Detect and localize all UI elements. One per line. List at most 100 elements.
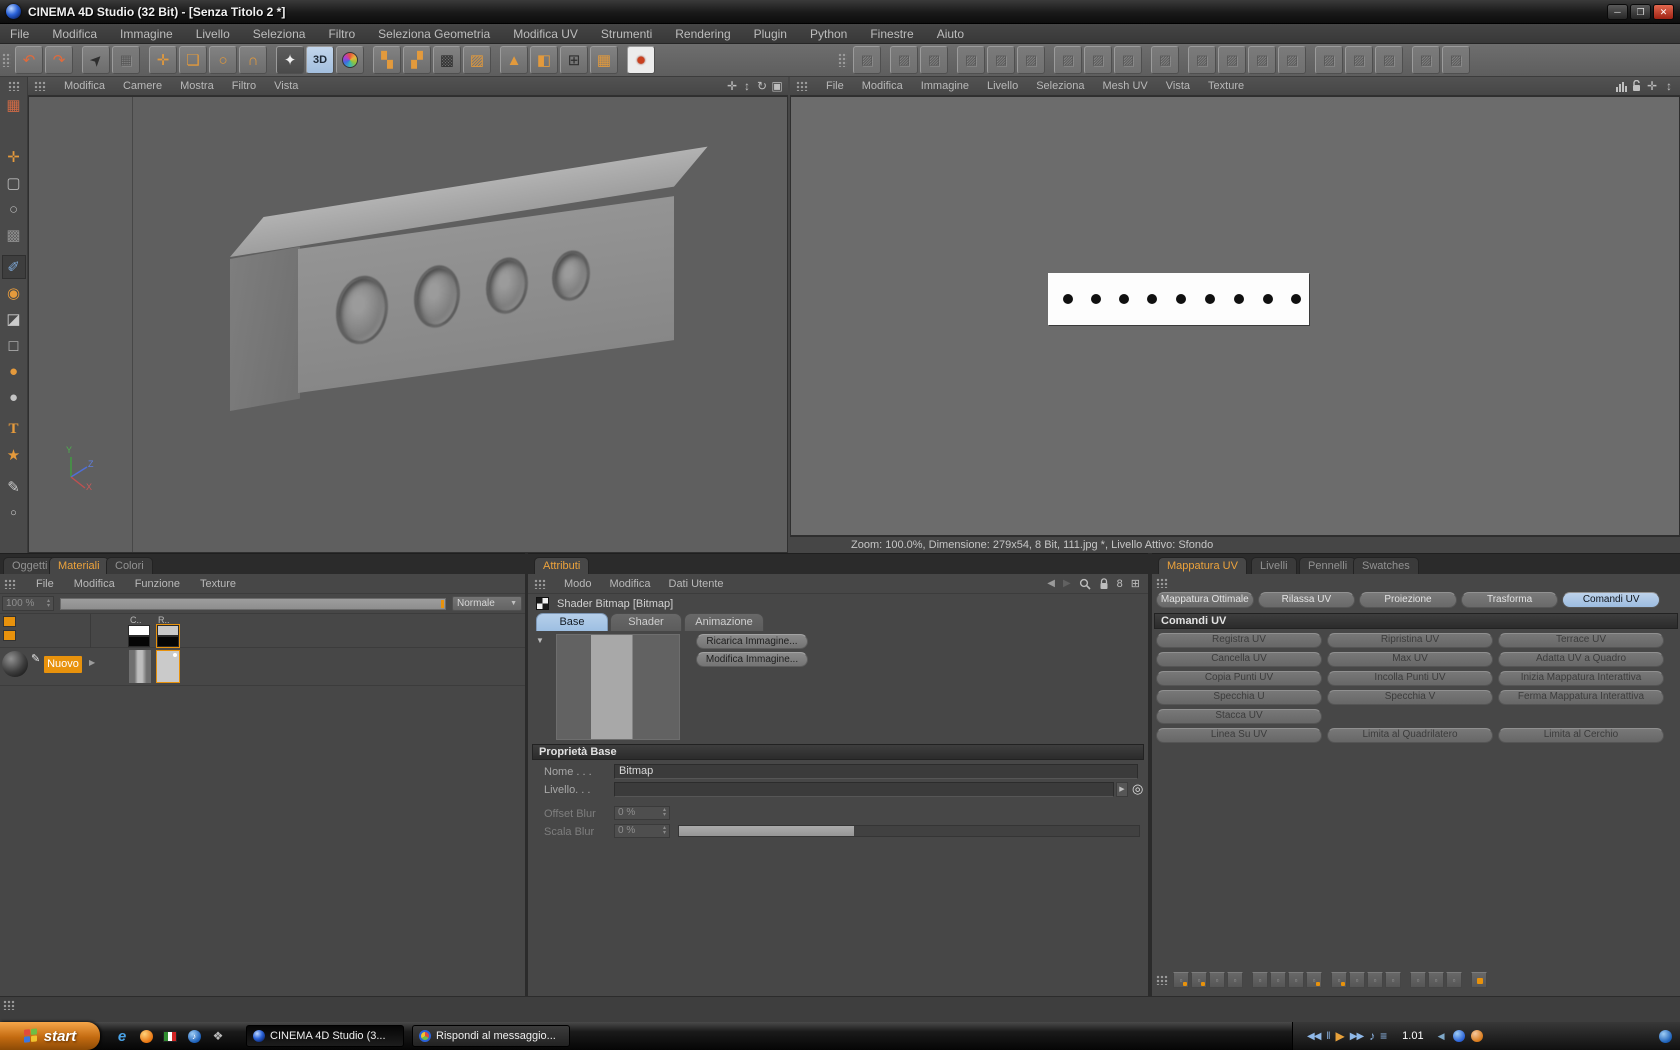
search-icon[interactable] <box>1079 578 1091 590</box>
media-list-icon[interactable]: ≡ <box>1380 1029 1387 1043</box>
minimize-button[interactable]: ─ <box>1607 3 1628 20</box>
quicklaunch-media-icon[interactable]: ♪ <box>184 1026 204 1046</box>
uv-checker-c-button[interactable]: ▩ <box>433 46 461 74</box>
uv-checker-d-button[interactable]: ▨ <box>463 46 491 74</box>
tab-shader[interactable]: Shader <box>610 613 682 631</box>
uvmenu-texture[interactable]: Texture <box>1208 80 1244 92</box>
materials-menu-file[interactable]: File <box>36 578 54 590</box>
materials-menu-texture[interactable]: Texture <box>200 578 236 590</box>
brush-stars-button[interactable]: ✦ <box>276 46 304 74</box>
uv-mini-icon[interactable]: ▫ <box>1367 972 1383 988</box>
uvmenu-file[interactable]: File <box>826 80 844 92</box>
mode-rilassa-uv[interactable]: Rilassa UV <box>1257 592 1356 608</box>
cmd-ferma-mappatura-interattiva[interactable]: Ferma Mappatura Interattiva <box>1498 690 1664 705</box>
viewport-menu-modifica[interactable]: Modifica <box>64 80 105 92</box>
menu-python[interactable]: Python <box>810 27 847 41</box>
quicklaunch-flag-icon[interactable] <box>160 1026 180 1046</box>
quicklaunch-ie-icon[interactable]: e <box>112 1026 132 1046</box>
menu-aiuto[interactable]: Aiuto <box>937 27 964 41</box>
bottom-grip[interactable] <box>3 1000 15 1010</box>
uv-tool-icon[interactable]: ▨ <box>987 46 1015 74</box>
uv-checker-a-button[interactable]: ▚ <box>373 46 401 74</box>
cmd-max-uv[interactable]: Max UV <box>1327 652 1493 667</box>
layer-icon[interactable] <box>3 630 16 641</box>
media-play-icon[interactable]: ▶ <box>1336 1029 1345 1043</box>
eyedropper-button[interactable]: ✐ <box>1 255 26 279</box>
uvmenu-seleziona[interactable]: Seleziona <box>1036 80 1084 92</box>
media-pause-icon[interactable]: ‖ <box>1326 1031 1330 1042</box>
uv-tool-icon[interactable]: ▨ <box>1054 46 1082 74</box>
cmd-specchia-u[interactable]: Specchia U <box>1156 690 1322 705</box>
layout-grid-button[interactable]: ▦ <box>590 46 618 74</box>
model-3d-box[interactable] <box>204 146 714 477</box>
material-sphere-preview[interactable] <box>2 651 28 677</box>
zoom-view-icon[interactable]: ↕ <box>740 79 754 93</box>
attributes-grip[interactable] <box>534 578 546 589</box>
tab-mappatura-uv[interactable]: Mappatura UV <box>1158 557 1247 575</box>
mini-toolbar-grip[interactable] <box>1156 975 1168 985</box>
mode-trasforma[interactable]: Trasforma <box>1460 592 1559 608</box>
uvmenu-livello[interactable]: Livello <box>987 80 1018 92</box>
bitmap-preview[interactable] <box>556 634 680 740</box>
scala-blur-stepper[interactable]: 0 % ▴ ▾ <box>614 824 670 838</box>
layer-icon[interactable] <box>3 616 16 627</box>
projection-button[interactable]: ▲ <box>500 46 528 74</box>
material-channel-thumb[interactable] <box>129 650 151 683</box>
uvmenu-mesh-uv[interactable]: Mesh UV <box>1103 80 1148 92</box>
redo-button[interactable]: ↷ <box>45 46 73 74</box>
magnet-tool-button[interactable]: ∩ <box>239 46 267 74</box>
rect-select-button[interactable]: ▢ <box>2 171 26 195</box>
uv-tool-icon[interactable]: ▨ <box>1375 46 1403 74</box>
expand-arrow-icon[interactable]: ▶ <box>89 658 95 667</box>
cmd-terrace-uv[interactable]: Terrace UV <box>1498 633 1664 648</box>
viewport-canvas[interactable]: Y Z X <box>28 96 788 553</box>
tray-icon-messenger[interactable] <box>1659 1029 1672 1043</box>
uv-mini-icon[interactable]: ▫ <box>1227 972 1243 988</box>
uv-tool-icon[interactable]: ▨ <box>1278 46 1306 74</box>
livello-field[interactable] <box>614 782 1114 797</box>
rotate-view-icon[interactable]: ↻ <box>755 79 769 93</box>
live-selection-button[interactable]: ▦ <box>112 46 140 74</box>
lock-icon[interactable] <box>1099 577 1109 590</box>
uv-tool-icon[interactable]: ▨ <box>920 46 948 74</box>
uvmenu-vista[interactable]: Vista <box>1166 80 1190 92</box>
menu-finestre[interactable]: Finestre <box>870 27 913 41</box>
add-panel-icon[interactable]: ⊞ <box>1131 577 1140 590</box>
channel-c-swatches[interactable] <box>128 625 150 647</box>
uv-checker-b-button[interactable]: ▞ <box>403 46 431 74</box>
zoom-texture-icon[interactable]: ↕ <box>1662 79 1676 93</box>
uv-panel-grip[interactable] <box>1156 578 1168 588</box>
clone-stamp-button[interactable]: ◉ <box>2 281 26 305</box>
move-button[interactable]: ✛ <box>2 145 26 169</box>
object-picker-icon[interactable]: ◎ <box>1132 781 1143 797</box>
tab-swatches[interactable]: Swatches <box>1353 557 1419 575</box>
pan-view-icon[interactable]: ✛ <box>725 79 739 93</box>
quicklaunch-browser-icon[interactable] <box>136 1026 156 1046</box>
uv-mini-icon[interactable]: ▫ <box>1270 972 1286 988</box>
material-row[interactable]: ✎ Nuovo ▶ <box>0 648 525 686</box>
attr-menu-modifica[interactable]: Modifica <box>610 578 651 590</box>
channel-c-header[interactable]: C.. <box>130 615 142 625</box>
cube-button[interactable]: ◻ <box>2 333 26 357</box>
paint-3d-button[interactable]: 3D <box>306 46 334 74</box>
uv-tool-icon[interactable]: ▨ <box>853 46 881 74</box>
uvmenu-immagine[interactable]: Immagine <box>921 80 969 92</box>
checker-pattern-button[interactable]: ▩ <box>2 223 26 247</box>
texture-image[interactable] <box>1048 273 1309 325</box>
cmd-ripristina-uv[interactable]: Ripristina UV <box>1327 633 1493 648</box>
uv-mini-icon[interactable]: ▫ <box>1209 972 1225 988</box>
uv-mini-icon[interactable]: ▫ <box>1410 972 1426 988</box>
viewport-menu-camere[interactable]: Camere <box>123 80 162 92</box>
palette-grip[interactable] <box>7 81 20 91</box>
uv-tool-icon[interactable]: ▨ <box>1248 46 1276 74</box>
cmd-specchia-v[interactable]: Specchia V <box>1327 690 1493 705</box>
tray-collapse-icon[interactable]: ◀ <box>1438 1031 1445 1042</box>
cmd-stacca-uv[interactable]: Stacca UV <box>1156 709 1322 724</box>
tab-base[interactable]: Base <box>536 613 608 631</box>
nome-field[interactable]: Bitmap <box>614 764 1138 779</box>
tab-pennelli[interactable]: Pennelli <box>1299 557 1357 575</box>
attr-menu-modo[interactable]: Modo <box>564 578 592 590</box>
scala-blur-slider[interactable] <box>678 825 1140 837</box>
viewport-menu-filtro[interactable]: Filtro <box>232 80 256 92</box>
cmd-registra-uv[interactable]: Registra UV <box>1156 633 1322 648</box>
